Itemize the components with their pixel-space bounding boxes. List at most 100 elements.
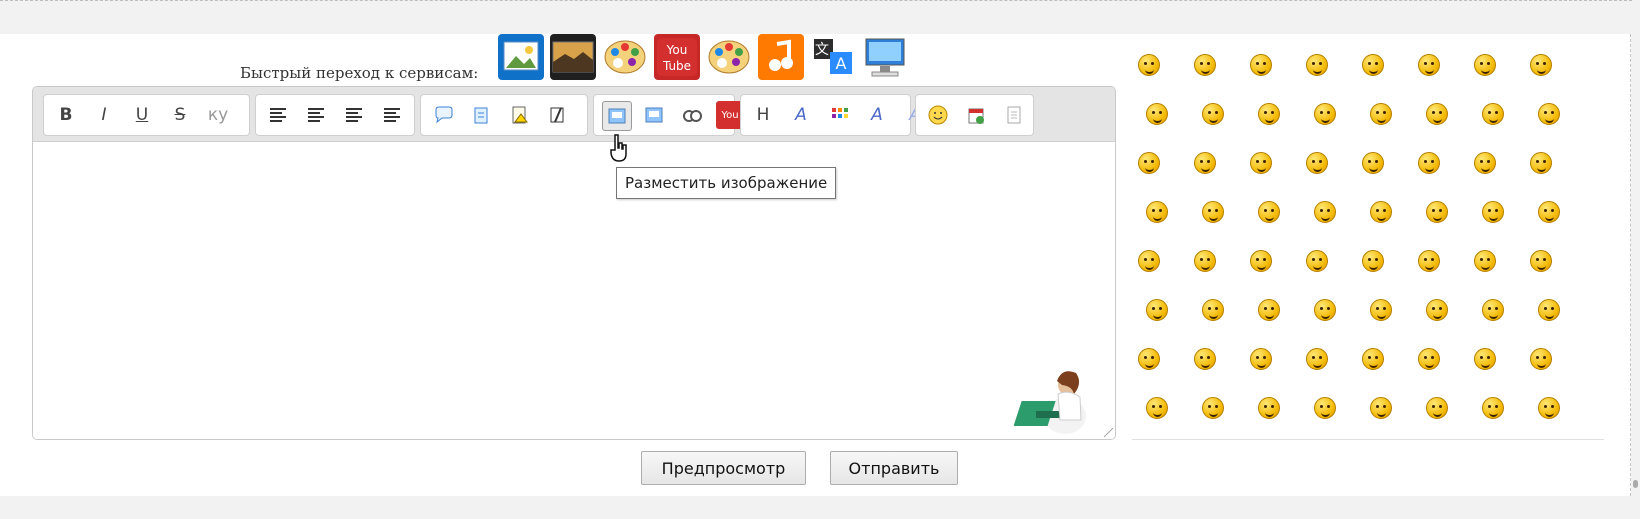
emoticon[interactable] bbox=[1362, 348, 1384, 370]
emoticon[interactable] bbox=[1306, 250, 1328, 272]
emoticon[interactable] bbox=[1418, 348, 1440, 370]
emoticon[interactable] bbox=[1306, 54, 1328, 76]
note-button[interactable] bbox=[543, 101, 571, 129]
emoticon[interactable] bbox=[1426, 299, 1448, 321]
emoticon[interactable] bbox=[1250, 54, 1272, 76]
emoticon[interactable] bbox=[1258, 299, 1280, 321]
emoticon[interactable] bbox=[1258, 397, 1280, 419]
service-palette-icon-1[interactable] bbox=[602, 34, 648, 80]
emoticon[interactable] bbox=[1370, 201, 1392, 223]
emoticon[interactable] bbox=[1306, 348, 1328, 370]
blur-button[interactable]: ку bbox=[204, 101, 232, 129]
emoticon[interactable] bbox=[1138, 250, 1160, 272]
emoticon[interactable] bbox=[1530, 54, 1552, 76]
emoticon[interactable] bbox=[1482, 201, 1504, 223]
emoticon[interactable] bbox=[1146, 299, 1168, 321]
emoticon[interactable] bbox=[1194, 348, 1216, 370]
emoticon[interactable] bbox=[1202, 397, 1224, 419]
smiley-button[interactable] bbox=[924, 101, 952, 129]
scroll-handle[interactable] bbox=[1633, 480, 1638, 488]
emoticon[interactable] bbox=[1138, 152, 1160, 174]
emoticon[interactable] bbox=[1146, 201, 1168, 223]
emoticon[interactable] bbox=[1258, 103, 1280, 125]
emoticon[interactable] bbox=[1426, 397, 1448, 419]
emoticon[interactable] bbox=[1370, 397, 1392, 419]
emoticon[interactable] bbox=[1194, 250, 1216, 272]
align-left-button[interactable] bbox=[264, 101, 292, 129]
service-sunset-icon[interactable] bbox=[550, 34, 596, 80]
font-style-button[interactable]: A bbox=[863, 101, 891, 129]
service-music-icon[interactable] bbox=[758, 34, 804, 80]
emoticon[interactable] bbox=[1250, 348, 1272, 370]
emoticon[interactable] bbox=[1474, 54, 1496, 76]
emoticon[interactable] bbox=[1538, 201, 1560, 223]
resize-grip[interactable] bbox=[1104, 428, 1113, 437]
emoticon[interactable] bbox=[1538, 397, 1560, 419]
italic-button[interactable]: I bbox=[90, 101, 118, 129]
emoticon[interactable] bbox=[1418, 250, 1440, 272]
emoticon[interactable] bbox=[1250, 250, 1272, 272]
emoticon[interactable] bbox=[1538, 299, 1560, 321]
emoticon[interactable] bbox=[1530, 250, 1552, 272]
emoticon[interactable] bbox=[1474, 250, 1496, 272]
emoticon[interactable] bbox=[1258, 201, 1280, 223]
emoticon[interactable] bbox=[1314, 103, 1336, 125]
emoticon[interactable] bbox=[1314, 397, 1336, 419]
emoticon[interactable] bbox=[1202, 103, 1224, 125]
color-button[interactable] bbox=[825, 101, 853, 129]
emoticon[interactable] bbox=[1482, 299, 1504, 321]
emoticon[interactable] bbox=[1418, 54, 1440, 76]
emoticon[interactable] bbox=[1370, 299, 1392, 321]
service-photo-icon[interactable] bbox=[498, 34, 544, 80]
emoticon[interactable] bbox=[1474, 348, 1496, 370]
service-youtube-icon[interactable]: You Tube bbox=[654, 34, 700, 80]
emoticon[interactable] bbox=[1194, 152, 1216, 174]
message-editor[interactable]: BIUSкуYouHAAA bbox=[32, 86, 1116, 440]
emoticon[interactable] bbox=[1362, 152, 1384, 174]
reply-quote-button[interactable] bbox=[467, 101, 495, 129]
emoticon[interactable] bbox=[1146, 397, 1168, 419]
insert-link-button[interactable] bbox=[678, 101, 706, 129]
emoticon[interactable] bbox=[1138, 54, 1160, 76]
font-size-button[interactable]: A bbox=[787, 101, 815, 129]
spoiler-button[interactable] bbox=[505, 101, 533, 129]
emoticon[interactable] bbox=[1530, 152, 1552, 174]
insert-image-button[interactable] bbox=[602, 101, 632, 131]
source-button[interactable] bbox=[1000, 101, 1028, 129]
emoticon[interactable] bbox=[1306, 152, 1328, 174]
service-translate-icon[interactable]: 文A bbox=[810, 34, 856, 80]
preview-button[interactable]: Предпросмотр bbox=[641, 451, 806, 485]
emoticon[interactable] bbox=[1530, 348, 1552, 370]
emoticon[interactable] bbox=[1370, 103, 1392, 125]
insert-image-add-button[interactable] bbox=[640, 101, 668, 129]
emoticon[interactable] bbox=[1474, 152, 1496, 174]
emoticon[interactable] bbox=[1138, 348, 1160, 370]
emoticon[interactable] bbox=[1194, 54, 1216, 76]
emoticon[interactable] bbox=[1202, 201, 1224, 223]
emoticon[interactable] bbox=[1146, 103, 1168, 125]
submit-button[interactable]: Отправить bbox=[830, 451, 958, 485]
emoticon[interactable] bbox=[1362, 54, 1384, 76]
emoticon[interactable] bbox=[1538, 103, 1560, 125]
emoticon[interactable] bbox=[1482, 397, 1504, 419]
emoticon[interactable] bbox=[1250, 152, 1272, 174]
emoticon[interactable] bbox=[1202, 299, 1224, 321]
emoticon[interactable] bbox=[1314, 299, 1336, 321]
strikethrough-button[interactable]: S bbox=[166, 101, 194, 129]
emoticon[interactable] bbox=[1362, 250, 1384, 272]
align-center-button[interactable] bbox=[302, 101, 330, 129]
service-palette-icon-2[interactable] bbox=[706, 34, 752, 80]
align-justify-button[interactable] bbox=[378, 101, 406, 129]
calendar-button[interactable] bbox=[962, 101, 990, 129]
emoticon[interactable] bbox=[1418, 152, 1440, 174]
quote-button[interactable] bbox=[429, 101, 457, 129]
emoticon[interactable] bbox=[1482, 103, 1504, 125]
service-computer-icon[interactable] bbox=[862, 34, 908, 80]
emoticon[interactable] bbox=[1426, 201, 1448, 223]
emoticon[interactable] bbox=[1314, 201, 1336, 223]
editor-textarea[interactable] bbox=[33, 142, 1115, 439]
emoticon[interactable] bbox=[1426, 103, 1448, 125]
bold-button[interactable]: B bbox=[52, 101, 80, 129]
heading-button[interactable]: H bbox=[749, 101, 777, 129]
align-right-button[interactable] bbox=[340, 101, 368, 129]
